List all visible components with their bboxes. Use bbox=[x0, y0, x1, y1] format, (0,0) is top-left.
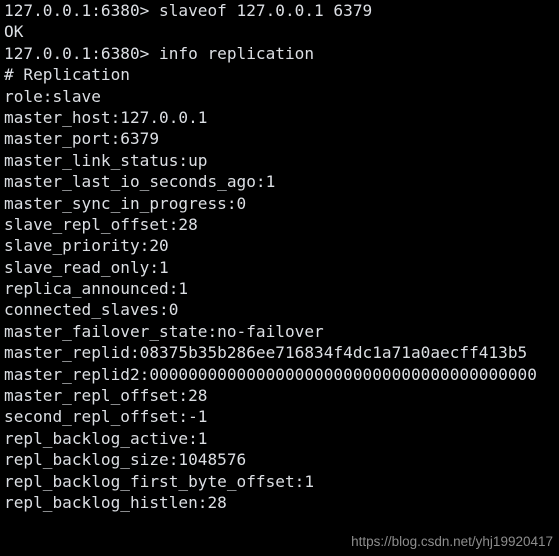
terminal-line: master_repl_offset:28 bbox=[4, 386, 208, 406]
terminal-line: master_port:6379 bbox=[4, 129, 160, 149]
terminal-line: master_link_status:up bbox=[4, 150, 208, 170]
terminal-line: OK bbox=[4, 22, 24, 42]
terminal-line: slave_read_only:1 bbox=[4, 257, 169, 277]
terminal-line: replica_announced:1 bbox=[4, 279, 189, 299]
terminal-line: master_failover_state:no-failover bbox=[4, 321, 324, 341]
terminal-line: connected_slaves:0 bbox=[4, 300, 179, 320]
terminal-line: master_replid:08375b35b286ee716834f4dc1a… bbox=[4, 343, 528, 363]
terminal-output: 127.0.0.1:6380> slaveof 127.0.0.1 6379 OK… bbox=[4, 0, 559, 513]
terminal-line: repl_backlog_size:1048576 bbox=[4, 450, 247, 470]
terminal-line: master_replid2:0000000000000000000000000… bbox=[4, 364, 537, 384]
terminal-line: second_repl_offset:-1 bbox=[4, 407, 208, 427]
terminal-window[interactable]: 127.0.0.1:6380> slaveof 127.0.0.1 6379 OK… bbox=[0, 0, 559, 556]
terminal-line: 127.0.0.1:6380> slaveof 127.0.0.1 6379 bbox=[4, 1, 373, 20]
terminal-line: repl_backlog_active:1 bbox=[4, 428, 208, 448]
terminal-line: slave_repl_offset:28 bbox=[4, 214, 198, 234]
terminal-line: slave_priority:20 bbox=[4, 236, 169, 256]
watermark-url: https://blog.csdn.net/yhj19920417 bbox=[351, 534, 553, 549]
terminal-line: master_sync_in_progress:0 bbox=[4, 193, 247, 213]
terminal-line: repl_backlog_histlen:28 bbox=[4, 492, 227, 512]
terminal-line: repl_backlog_first_byte_offset:1 bbox=[4, 471, 315, 491]
terminal-line: master_host:127.0.0.1 bbox=[4, 107, 208, 127]
terminal-line: # Replication bbox=[4, 65, 130, 85]
terminal-line: 127.0.0.1:6380> info replication bbox=[4, 43, 315, 63]
terminal-line: master_last_io_seconds_ago:1 bbox=[4, 172, 276, 192]
terminal-line: role:slave bbox=[4, 86, 101, 106]
